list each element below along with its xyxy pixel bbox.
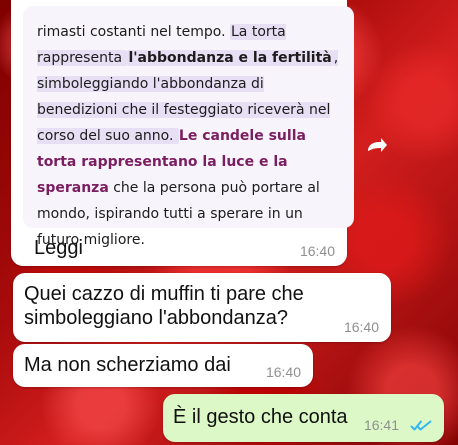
quoted-message-card[interactable]: rimasti costanti nel tempo. La torta rap… bbox=[23, 6, 354, 248]
message-text: Quei cazzo di muffin ti pare che simbole… bbox=[24, 283, 304, 329]
message-time: 16:40 bbox=[299, 243, 335, 259]
message-text: Ma non scherziamo dai bbox=[24, 354, 231, 376]
double-check-icon bbox=[410, 420, 432, 431]
chat-message[interactable]: È il gesto che conta 16:41 bbox=[163, 394, 444, 442]
message-text: Leggi bbox=[34, 237, 83, 259]
quoted-message-text: rimasti costanti nel tempo. La torta rap… bbox=[37, 19, 342, 253]
quote-segment: rimasti costanti nel tempo. bbox=[37, 24, 230, 40]
message-time: 16:40 bbox=[343, 319, 379, 335]
message-time: 16:40 bbox=[265, 364, 301, 380]
chat-message[interactable]: Quei cazzo di muffin ti pare che simbole… bbox=[13, 273, 391, 342]
message-time: 16:41 bbox=[363, 417, 399, 433]
message-text: È il gesto che conta bbox=[173, 406, 348, 428]
chat-message[interactable]: Ma non scherziamo dai 16:40 bbox=[13, 344, 313, 387]
quote-segment: l'abbondanza e la fertilità bbox=[127, 50, 333, 66]
chat-message[interactable]: rimasti costanti nel tempo. La torta rap… bbox=[11, 0, 354, 266]
forward-icon[interactable] bbox=[364, 134, 388, 158]
